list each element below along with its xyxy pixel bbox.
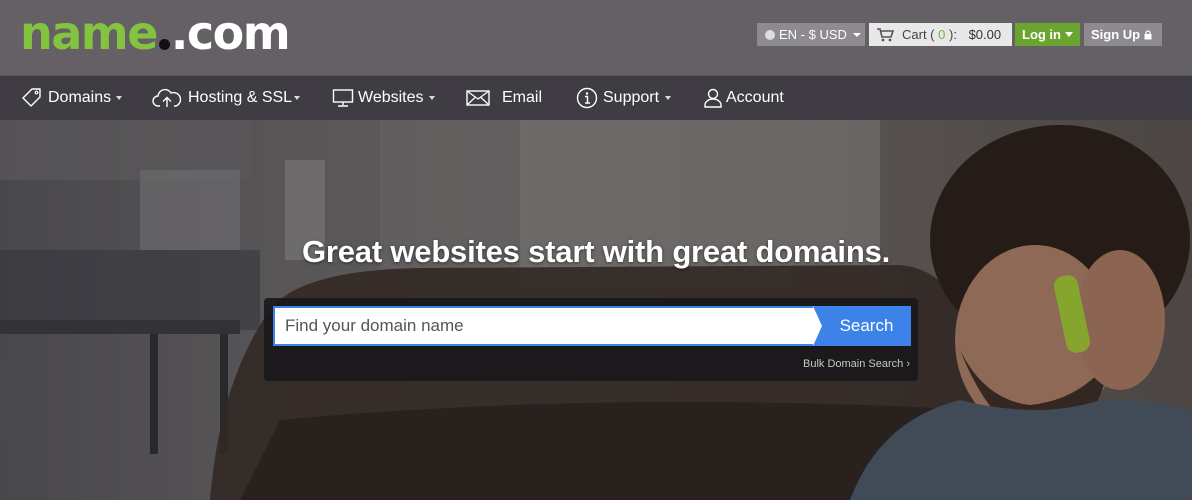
main-nav: Domains Hosting & SSL Websites Email Sup…	[0, 75, 1192, 120]
nav-label: Hosting & SSL	[188, 89, 293, 106]
search-button-label: Search	[839, 316, 894, 335]
chevron-down-icon	[116, 96, 122, 100]
nav-label: Domains	[48, 89, 112, 106]
cart-count: 0	[938, 27, 946, 42]
logo-com: .com	[170, 6, 291, 60]
cloud-upload-icon	[152, 88, 182, 107]
logo-dot-icon	[158, 39, 170, 50]
cart-label: Cart (	[902, 27, 935, 42]
login-label: Log in	[1022, 27, 1061, 42]
chevron-down-icon	[665, 96, 671, 100]
login-button[interactable]: Log in	[1015, 23, 1080, 46]
nav-item-websites[interactable]: Websites	[332, 76, 440, 120]
lock-icon	[1144, 30, 1152, 40]
nav-label: Websites	[358, 89, 424, 106]
search-button-notch	[813, 306, 822, 346]
signup-label: Sign Up	[1091, 27, 1141, 42]
tag-icon	[22, 88, 41, 107]
cart-icon	[877, 28, 895, 42]
info-icon	[576, 87, 598, 109]
site-logo[interactable]: name .com	[20, 6, 291, 60]
hero-headline: Great websites start with great domains.	[301, 234, 891, 269]
signup-button[interactable]: Sign Up	[1084, 23, 1162, 46]
language-label: EN - $ USD	[779, 27, 847, 42]
nav-item-email[interactable]: Email	[466, 76, 544, 120]
nav-item-account[interactable]: Account	[703, 76, 793, 120]
chevron-down-icon	[1065, 32, 1073, 37]
nav-item-support[interactable]: Support	[576, 76, 676, 120]
search-button[interactable]: Search	[813, 306, 911, 346]
nav-item-hosting-ssl[interactable]: Hosting & SSL	[152, 76, 304, 120]
logo-name: name	[20, 6, 158, 60]
cart-label-close: ):	[948, 27, 957, 42]
cart-button[interactable]: Cart ( 0 ): $0.00	[869, 23, 1012, 46]
nav-item-domains[interactable]: Domains	[21, 76, 125, 120]
cart-total: $0.00	[968, 27, 1002, 42]
language-currency-selector[interactable]: EN - $ USD	[757, 23, 865, 46]
chevron-down-icon	[429, 96, 435, 100]
nav-label: Email	[502, 89, 543, 106]
hero-banner: Great websites start with great domains.…	[0, 120, 1192, 500]
bulk-domain-search-link[interactable]: Bulk Domain Search ›	[803, 358, 910, 370]
nav-label: Support	[603, 89, 660, 106]
domain-search-input[interactable]	[273, 306, 814, 346]
domain-search-panel: Search Bulk Domain Search ›	[264, 298, 918, 381]
chevron-down-icon	[852, 33, 861, 37]
user-icon	[704, 88, 722, 108]
monitor-icon	[332, 89, 354, 107]
nav-label: Account	[726, 89, 784, 106]
envelope-icon	[466, 90, 490, 106]
header-bar: name .com EN - $ USD Cart ( 0 ): $0.00 Lo…	[0, 0, 1192, 75]
globe-icon	[765, 30, 775, 40]
chevron-down-icon	[294, 96, 300, 100]
